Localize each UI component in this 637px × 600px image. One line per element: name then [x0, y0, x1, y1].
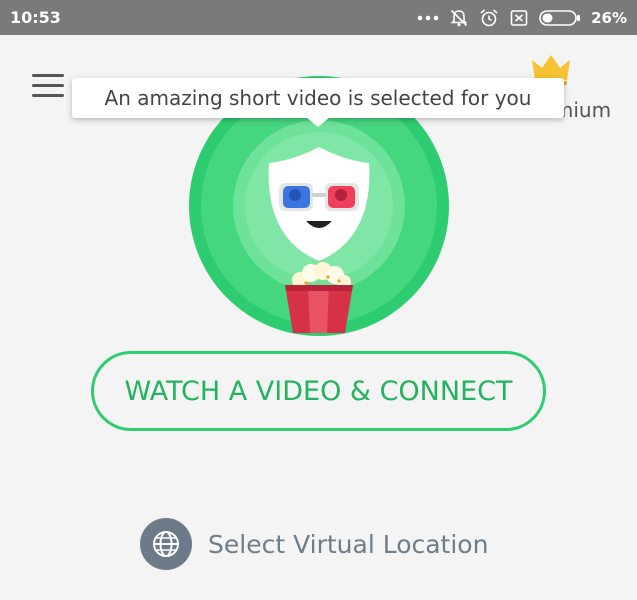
select-location-button[interactable]: Select Virtual Location [140, 518, 488, 570]
tooltip-text: An amazing short video is selected for y… [104, 86, 532, 110]
globe-icon [140, 518, 192, 570]
notifications-off-icon [450, 9, 468, 26]
alarm-icon [480, 8, 498, 26]
tooltip: An amazing short video is selected for y… [72, 78, 564, 118]
battery-icon [539, 9, 581, 26]
hamburger-menu-icon[interactable] [30, 72, 66, 100]
tooltip-arrow [306, 117, 330, 127]
battery-percent: 26% [591, 8, 627, 27]
more-dots-icon [417, 15, 439, 20]
sim-blocked-icon [510, 9, 528, 26]
status-bar: 10:53 26% [0, 0, 637, 35]
status-icons: 26% [417, 0, 627, 35]
location-label: Select Virtual Location [208, 529, 489, 559]
status-time: 10:53 [10, 8, 61, 27]
watch-video-connect-button[interactable]: WATCH A VIDEO & CONNECT [91, 351, 546, 431]
